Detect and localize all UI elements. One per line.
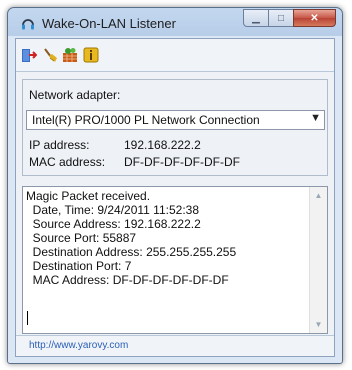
log-line: Magic Packet received. (26, 189, 151, 203)
scroll-down-icon[interactable]: ▼ (310, 316, 327, 333)
toolbar (16, 39, 334, 72)
adapter-label: Network adapter: (29, 88, 121, 102)
headphones-icon (22, 19, 34, 30)
about-icon[interactable] (83, 47, 99, 63)
log-scrollbar[interactable]: ▲ ▼ (309, 187, 327, 333)
status-bar: http://www.yarovy.com (16, 335, 334, 356)
minimize-icon: ▁ (252, 12, 260, 24)
ip-value: 192.168.222.2 (124, 138, 201, 152)
ip-label: IP address: (29, 138, 90, 152)
scroll-up-icon[interactable]: ▲ (310, 187, 327, 204)
exit-icon[interactable] (21, 47, 37, 63)
maximize-icon: □ (277, 12, 285, 24)
website-link[interactable]: http://www.yarovy.com (29, 340, 128, 351)
maximize-button[interactable]: □ (268, 9, 294, 27)
window-title: Wake-On-LAN Listener (42, 16, 176, 31)
log-line: Destination Address: 255.255.255.255 (26, 245, 237, 259)
adapter-select[interactable]: Intel(R) PRO/1000 PL Network Connection … (26, 110, 325, 130)
log-textarea[interactable]: Magic Packet received. Date, Time: 9/24/… (22, 186, 328, 334)
mac-label: MAC address: (29, 155, 106, 169)
clear-icon[interactable] (42, 47, 58, 63)
close-icon: ✕ (310, 12, 319, 24)
settings-icon[interactable] (62, 47, 78, 63)
log-line: Source Address: 192.168.222.2 (26, 217, 201, 231)
log-line: Destination Port: 7 (26, 259, 132, 273)
title-bar[interactable]: Wake-On-LAN Listener ▁ □ ✕ (8, 8, 342, 38)
log-line: Source Port: 55887 (26, 231, 137, 245)
log-line: MAC Address: DF-DF-DF-DF-DF-DF (26, 273, 229, 287)
log-line: Date, Time: 9/24/2011 11:52:38 (26, 203, 200, 217)
close-button[interactable]: ✕ (293, 9, 336, 27)
mac-value: DF-DF-DF-DF-DF-DF (124, 155, 240, 169)
minimize-button[interactable]: ▁ (243, 9, 269, 27)
client-area: Network adapter: Intel(R) PRO/1000 PL Ne… (15, 38, 335, 357)
caption-buttons: ▁ □ ✕ (243, 9, 336, 27)
text-caret (27, 311, 28, 325)
app-window: Wake-On-LAN Listener ▁ □ ✕ Network adapt… (7, 7, 343, 364)
adapter-group: Network adapter: Intel(R) PRO/1000 PL Ne… (22, 79, 328, 176)
adapter-select-value: Intel(R) PRO/1000 PL Network Connection (32, 113, 260, 127)
chevron-down-icon[interactable]: ▼ (310, 112, 321, 124)
